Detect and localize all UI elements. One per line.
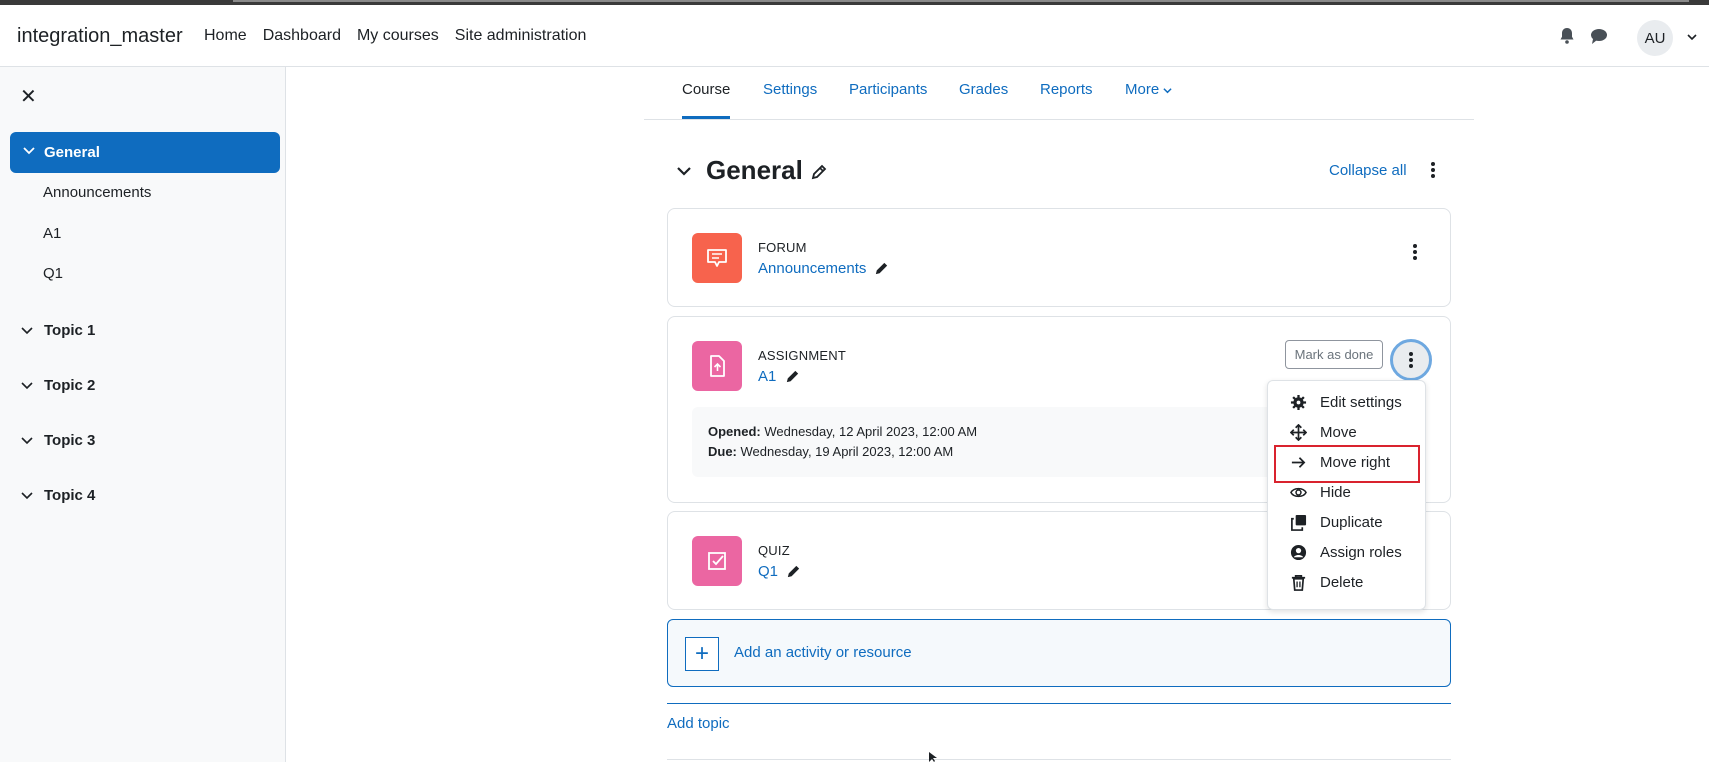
pencil-icon[interactable] [785,563,802,580]
chat-icon[interactable] [1589,26,1609,46]
activity-type-label: ASSIGNMENT [758,348,846,363]
activity-dates: Opened: Wednesday, 12 April 2023, 12:00 … [692,407,1292,477]
menu-item-label: Duplicate [1320,514,1383,531]
chevron-down-icon[interactable] [20,489,34,503]
add-activity-button[interactable]: + Add an activity or resource [667,619,1451,687]
activity-type-label: FORUM [758,240,807,255]
chevron-down-icon[interactable] [20,434,34,448]
primary-navigation: Home Dashboard My courses Site administr… [204,27,602,45]
menu-item-label: Move [1320,424,1357,441]
site-brand[interactable]: integration_master [17,25,183,48]
due-label: Due: [708,444,737,459]
opened-value: Wednesday, 12 April 2023, 12:00 AM [760,424,978,439]
kebab-menu-icon[interactable] [1424,160,1442,180]
tab-participants[interactable]: Participants [849,81,927,119]
collapse-all-link[interactable]: Collapse all [1329,162,1407,179]
tab-reports[interactable]: Reports [1040,81,1093,119]
drawer-section-label: General [44,144,100,161]
activity-link-announcements[interactable]: Announcements [758,260,866,277]
gear-icon [1290,394,1307,411]
activity-card-forum: FORUM Announcements [667,208,1451,307]
drawer-topic-label: Topic 1 [44,322,96,339]
menu-item-hide[interactable]: Hide [1268,479,1425,507]
menu-item-label: Assign roles [1320,544,1402,561]
menu-item-label: Delete [1320,574,1364,591]
forum-icon [692,233,742,283]
nav-my-courses[interactable]: My courses [357,27,439,45]
nav-home[interactable]: Home [204,27,247,45]
divider [667,703,1451,704]
menu-item-label: Edit settings [1320,394,1402,411]
tab-settings[interactable]: Settings [763,81,817,119]
chevron-down-icon [1163,87,1172,93]
pencil-icon[interactable] [873,260,890,277]
trash-icon [1291,575,1306,591]
drawer-topic-label: Topic 3 [44,432,96,449]
opened-label: Opened: [708,424,761,439]
pencil-icon[interactable] [810,163,828,181]
tab-more-label: More [1125,81,1160,98]
assignment-icon [692,341,742,391]
pencil-icon[interactable] [784,368,801,385]
top-navbar: integration_master Home Dashboard My cou… [0,5,1709,67]
chevron-down-icon[interactable] [22,144,36,158]
tab-more[interactable]: More [1125,81,1172,119]
drawer-item-announcements[interactable]: Announcements [43,184,151,201]
kebab-menu-icon [1409,352,1413,368]
opened-date: Opened: Wednesday, 12 April 2023, 12:00 … [708,424,977,439]
plus-icon: + [685,637,719,671]
menu-item-move[interactable]: Move [1268,419,1425,447]
tab-course[interactable]: Course [682,81,731,119]
activity-link-q1[interactable]: Q1 [758,563,778,580]
course-index-drawer: ✕ General Announcements A1 Q1 Topic 1 To… [0,67,286,762]
activity-link-a1[interactable]: A1 [758,368,776,385]
drawer-topic-label: Topic 4 [44,487,96,504]
highlight-box [1274,445,1420,483]
due-value: Wednesday, 19 April 2023, 12:00 AM [736,444,954,459]
kebab-menu-icon[interactable] [1407,242,1423,262]
activity-actions-menu: Edit settings Move Move right Hide Dupli… [1267,380,1426,610]
menu-item-edit-settings[interactable]: Edit settings [1268,389,1425,417]
nav-dashboard[interactable]: Dashboard [263,27,341,45]
chevron-down-icon[interactable] [20,324,34,338]
tab-grades[interactable]: Grades [959,81,1008,119]
add-activity-label: Add an activity or resource [734,644,912,661]
close-icon[interactable]: ✕ [20,87,40,107]
avatar[interactable]: AU [1637,20,1673,56]
activity-type-label: QUIZ [758,543,790,558]
menu-item-duplicate[interactable]: Duplicate [1268,509,1425,537]
chevron-down-icon[interactable] [675,162,693,180]
mouse-cursor-icon [929,752,937,762]
duplicate-icon [1291,514,1307,531]
chevron-down-icon[interactable] [20,379,34,393]
drawer-topic-label: Topic 2 [44,377,96,394]
drawer-section-general[interactable]: General [10,132,280,173]
drawer-item-a1[interactable]: A1 [43,225,61,242]
chevron-down-icon[interactable] [1687,32,1697,42]
mark-as-done-button[interactable]: Mark as done [1285,340,1383,369]
menu-item-delete[interactable]: Delete [1268,569,1425,597]
menu-item-assign-roles[interactable]: Assign roles [1268,539,1425,567]
section-title: General [706,155,803,185]
move-icon [1290,424,1307,441]
bell-icon[interactable] [1557,26,1577,46]
activity-actions-button[interactable] [1390,339,1432,381]
menu-item-label: Hide [1320,484,1351,501]
add-topic-link[interactable]: Add topic [667,715,730,732]
divider [667,759,1451,760]
course-secondary-navigation: Course Settings Participants Grades Repo… [644,67,1474,120]
nav-site-administration[interactable]: Site administration [455,27,587,45]
quiz-icon [692,536,742,586]
drawer-item-q1[interactable]: Q1 [43,265,63,282]
due-date: Due: Wednesday, 19 April 2023, 12:00 AM [708,444,953,459]
user-circle-icon [1290,544,1307,561]
eye-icon [1290,487,1307,498]
user-navigation: AU [1509,5,1709,67]
